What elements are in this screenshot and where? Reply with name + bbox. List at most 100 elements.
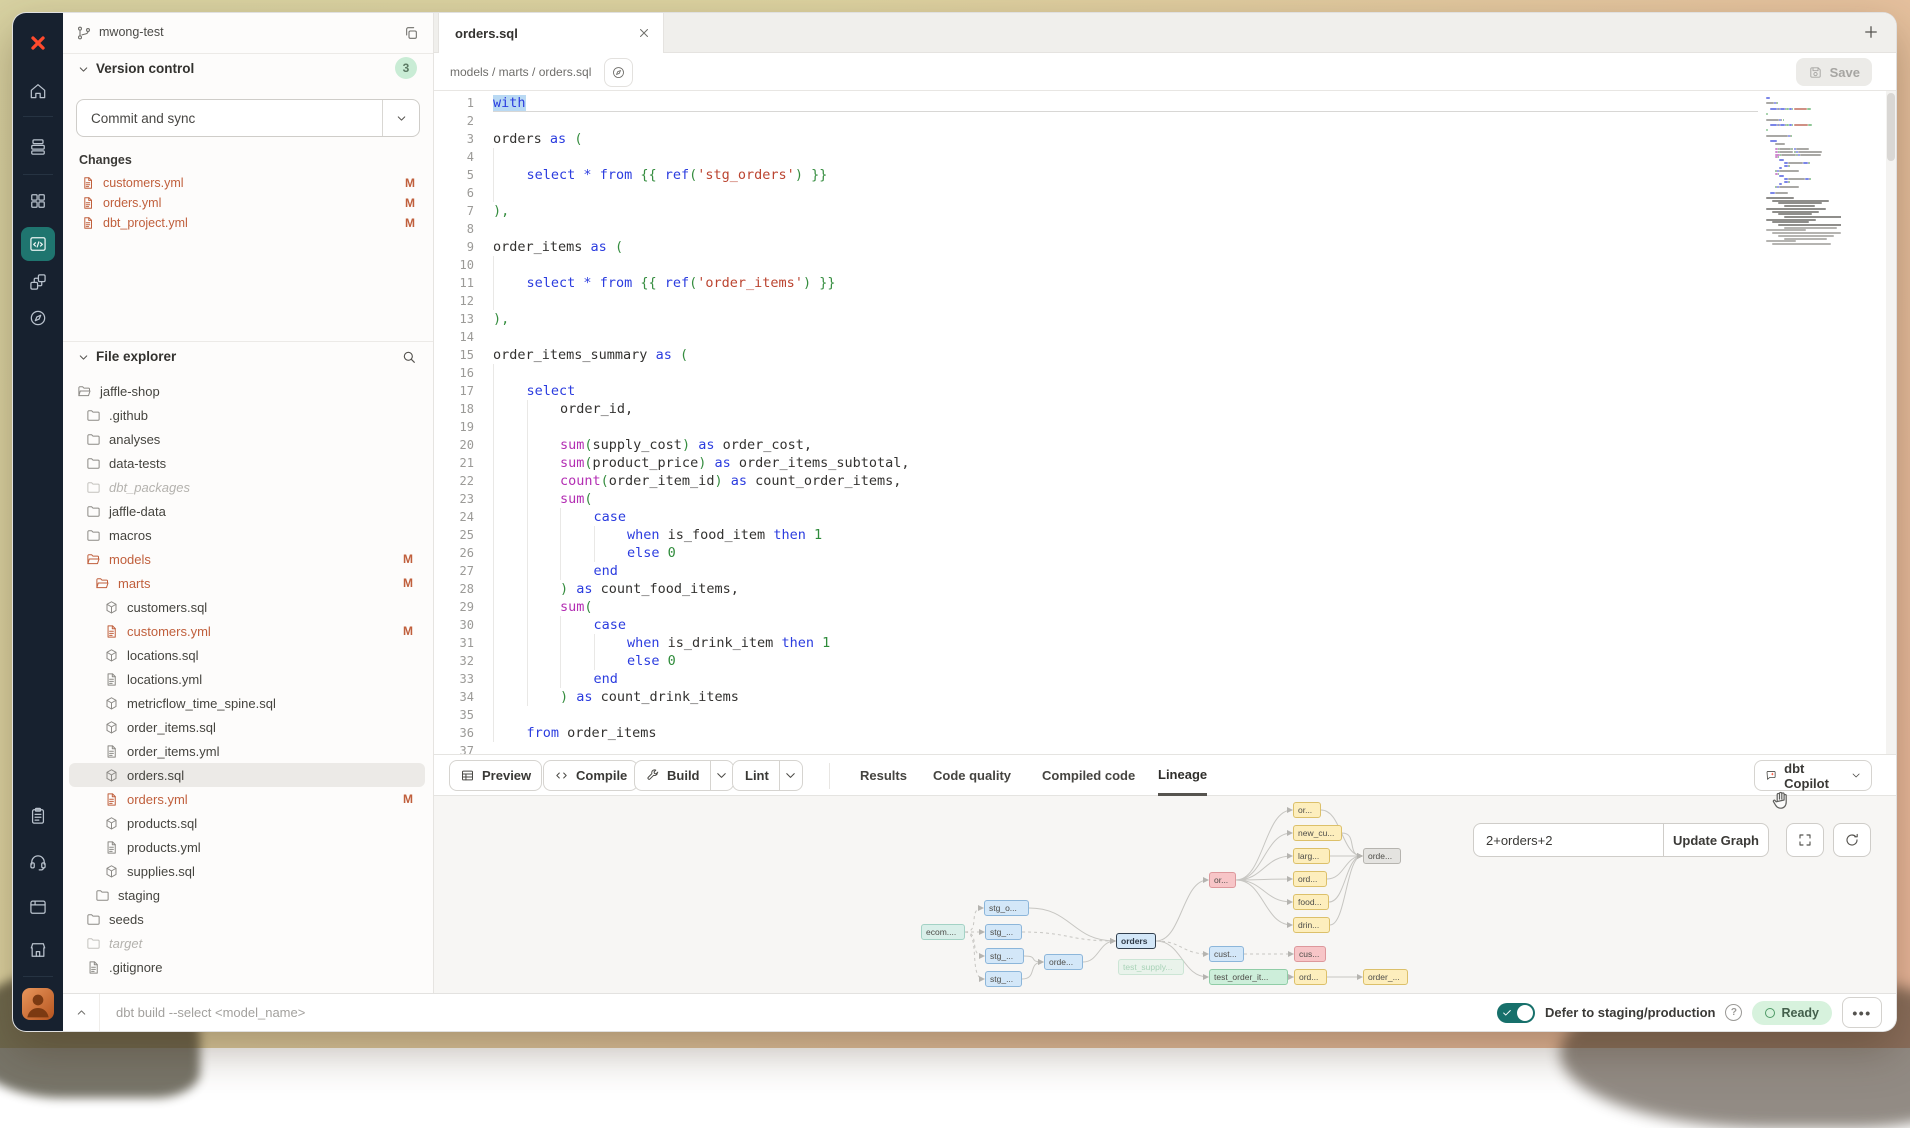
tree-item-dbt-packages[interactable]: dbt_packages xyxy=(69,475,425,499)
code-line[interactable]: when is_food_item then 1 xyxy=(493,526,910,544)
code-line[interactable] xyxy=(493,112,910,130)
code-line[interactable]: select * from {{ ref('stg_orders') }} xyxy=(493,166,910,184)
code-line[interactable]: order_id, xyxy=(493,400,910,418)
preview-button[interactable]: Preview xyxy=(449,760,542,791)
lineage-node-src[interactable]: ecom.... xyxy=(921,924,965,940)
tree-item-order-items-sql[interactable]: order_items.sql xyxy=(69,715,425,739)
lineage-node-oi[interactable]: orde... xyxy=(1044,954,1083,970)
lineage-node-y3[interactable]: larg... xyxy=(1293,848,1330,864)
tree-item-orders-yml[interactable]: orders.ymlM xyxy=(69,787,425,811)
code-line[interactable]: when is_drink_item then 1 xyxy=(493,634,910,652)
code-line[interactable]: end xyxy=(493,562,910,580)
tab-orders-sql[interactable]: orders.sql xyxy=(438,13,664,53)
tree-item-data-tests[interactable]: data-tests xyxy=(69,451,425,475)
explore-compass-icon[interactable] xyxy=(21,301,55,335)
search-icon[interactable] xyxy=(401,349,417,365)
tree-item--github[interactable]: .github xyxy=(69,403,425,427)
tab-lineage[interactable]: Lineage xyxy=(1158,755,1207,796)
tree-item-products-yml[interactable]: products.yml xyxy=(69,835,425,859)
code-line[interactable]: ) as count_food_items, xyxy=(493,580,910,598)
expand-command-bar-button[interactable] xyxy=(63,994,100,1031)
code-line[interactable] xyxy=(493,742,910,754)
code-line[interactable]: select * from {{ ref('order_items') }} xyxy=(493,274,910,292)
code-line[interactable] xyxy=(493,706,910,724)
lineage-node-y4[interactable]: ord... xyxy=(1293,871,1327,887)
more-options-button[interactable]: ••• xyxy=(1842,997,1882,1028)
tree-item-order-items-yml[interactable]: order_items.yml xyxy=(69,739,425,763)
tab-code-quality[interactable]: Code quality xyxy=(933,755,1011,796)
lineage-node-s2[interactable]: stg_... xyxy=(985,924,1022,940)
ide-icon[interactable] xyxy=(21,227,55,261)
code-line[interactable]: sum( xyxy=(493,598,910,616)
lineage-node-y1[interactable]: or... xyxy=(1293,802,1321,818)
code-line[interactable]: else 0 xyxy=(493,544,910,562)
info-icon[interactable]: ? xyxy=(1725,1004,1742,1021)
tree-item-locations-yml[interactable]: locations.yml xyxy=(69,667,425,691)
lineage-node-y5[interactable]: food... xyxy=(1293,894,1329,910)
clipboard-icon[interactable] xyxy=(21,799,55,833)
chevron-down-icon[interactable] xyxy=(77,63,90,76)
warehouse-icon[interactable] xyxy=(21,130,55,164)
user-avatar[interactable] xyxy=(22,988,54,1020)
code-lines[interactable]: withorders as (select * from {{ ref('stg… xyxy=(493,94,910,754)
code-line[interactable] xyxy=(493,364,910,382)
code-line[interactable]: select xyxy=(493,382,910,400)
code-line[interactable] xyxy=(493,184,910,202)
code-line[interactable]: count(order_item_id) as count_order_item… xyxy=(493,472,910,490)
code-line[interactable]: case xyxy=(493,508,910,526)
code-line[interactable] xyxy=(493,148,910,166)
fullscreen-button[interactable] xyxy=(1786,823,1824,857)
change-item[interactable]: customers.ymlM xyxy=(63,173,433,193)
lineage-node-g1[interactable]: orde... xyxy=(1363,848,1401,864)
code-line[interactable]: sum(supply_cost) as order_cost, xyxy=(493,436,910,454)
code-line[interactable]: case xyxy=(493,616,910,634)
tree-item-marts[interactable]: martsM xyxy=(69,571,425,595)
compile-button[interactable]: Compile xyxy=(543,760,638,791)
code-editor[interactable]: 1234567891011121314151617181920212223242… xyxy=(434,91,1896,754)
scrollbar-thumb[interactable] xyxy=(1887,93,1895,161)
tree-item-analyses[interactable]: analyses xyxy=(69,427,425,451)
tree-item-models[interactable]: modelsM xyxy=(69,547,425,571)
save-button[interactable]: Save xyxy=(1796,58,1872,86)
change-item[interactable]: orders.ymlM xyxy=(63,193,433,213)
code-line[interactable] xyxy=(493,418,910,436)
copy-icon[interactable] xyxy=(403,25,419,41)
code-line[interactable]: ), xyxy=(493,310,910,328)
tree-item-jaffle-data[interactable]: jaffle-data xyxy=(69,499,425,523)
branch-name[interactable]: mwong-test xyxy=(99,25,164,39)
apps-grid-icon[interactable] xyxy=(21,184,55,218)
commit-dropdown-toggle[interactable] xyxy=(382,100,419,136)
code-line[interactable] xyxy=(493,220,910,238)
tab-results[interactable]: Results xyxy=(860,755,907,796)
code-line[interactable]: sum(product_price) as order_items_subtot… xyxy=(493,454,910,472)
tree-item--gitignore[interactable]: .gitignore xyxy=(69,955,425,979)
lineage-node-ord[interactable]: orders xyxy=(1116,933,1156,949)
lineage-filter-input[interactable]: 2+orders+2 xyxy=(1474,824,1663,856)
tree-item-customers-sql[interactable]: customers.sql xyxy=(69,595,425,619)
lineage-node-y2[interactable]: new_cu... xyxy=(1293,825,1342,841)
lint-dropdown-toggle[interactable] xyxy=(779,761,802,790)
tree-item-metricflow-time-spine-sql[interactable]: metricflow_time_spine.sql xyxy=(69,691,425,715)
support-headset-icon[interactable] xyxy=(21,845,55,879)
lineage-node-s3[interactable]: stg_... xyxy=(985,948,1024,964)
dbt-logo[interactable] xyxy=(21,26,55,60)
explore-lineage-button[interactable] xyxy=(604,58,633,87)
lineage-node-cu[interactable]: cust... xyxy=(1209,946,1244,962)
tree-item-supplies-sql[interactable]: supplies.sql xyxy=(69,859,425,883)
code-line[interactable]: orders as ( xyxy=(493,130,910,148)
tree-item-customers-yml[interactable]: customers.ymlM xyxy=(69,619,425,643)
dbt-copilot-button[interactable]: dbt Copilot xyxy=(1754,760,1872,791)
code-line[interactable]: from order_items xyxy=(493,724,910,742)
lineage-node-to[interactable]: test_order_it... xyxy=(1209,969,1288,985)
tree-item-seeds[interactable]: seeds xyxy=(69,907,425,931)
refresh-button[interactable] xyxy=(1833,823,1871,857)
code-line[interactable]: else 0 xyxy=(493,652,910,670)
tree-item-orders-sql[interactable]: orders.sql xyxy=(69,763,425,787)
code-line[interactable]: order_items as ( xyxy=(493,238,910,256)
tab-compiled-code[interactable]: Compiled code xyxy=(1042,755,1135,796)
lineage-node-y7[interactable]: ord... xyxy=(1294,969,1327,985)
code-line[interactable]: order_items_summary as ( xyxy=(493,346,910,364)
change-item[interactable]: dbt_project.ymlM xyxy=(63,213,433,233)
tree-item-locations-sql[interactable]: locations.sql xyxy=(69,643,425,667)
code-line[interactable] xyxy=(493,292,910,310)
